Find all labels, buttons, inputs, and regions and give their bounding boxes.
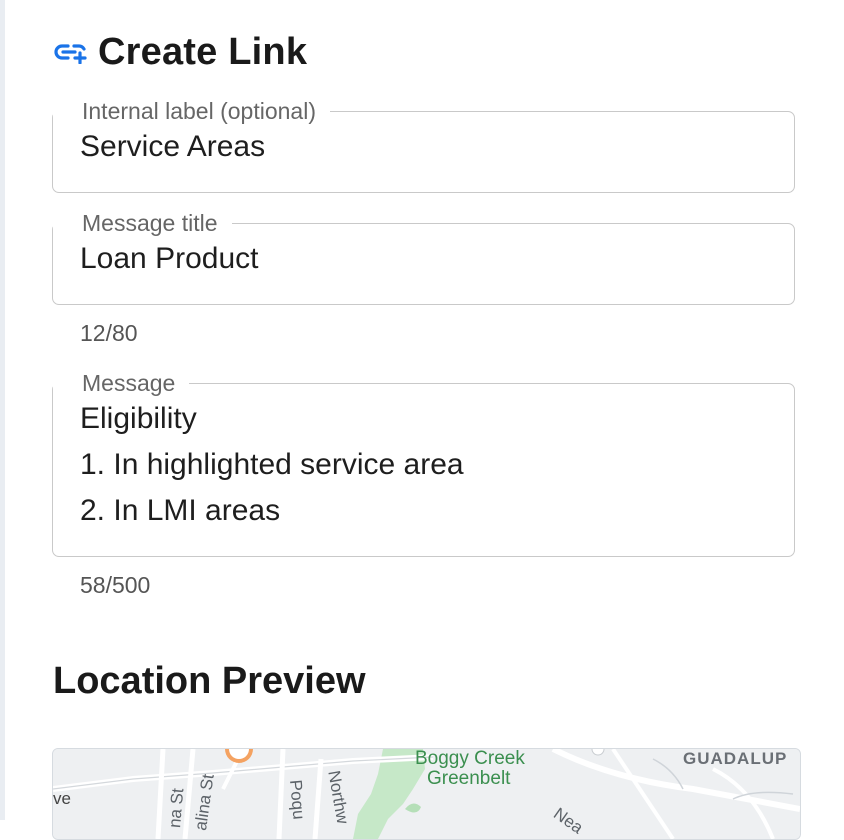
- map-label-street-c: Poqu: [286, 779, 309, 821]
- message-legend: Message: [80, 370, 178, 396]
- location-preview-title: Location Preview: [53, 660, 366, 702]
- message-title-legend: Message title: [80, 210, 220, 236]
- message-title-value[interactable]: Loan Product: [80, 236, 794, 282]
- map-label-street-a: na St: [165, 787, 188, 829]
- message-line: Eligibility: [80, 402, 197, 435]
- message-textarea[interactable]: Message Eligibility 1. In highlighted se…: [52, 370, 795, 557]
- message-title-field[interactable]: Message title Loan Product: [52, 210, 795, 305]
- page-title: Create Link: [98, 30, 308, 73]
- dialog-header: Create Link: [54, 30, 307, 74]
- location-map[interactable]: Boggy Creek Greenbelt GUADALUP ve na St …: [52, 748, 801, 840]
- message-title-counter: 12/80: [80, 320, 138, 346]
- add-link-icon: [54, 37, 98, 67]
- internal-label-legend: Internal label (optional): [80, 98, 318, 124]
- message-line: 2. In LMI areas: [80, 494, 281, 527]
- message-counter: 58/500: [80, 572, 151, 598]
- map-label-park: Boggy Creek Greenbelt: [415, 748, 525, 789]
- left-rail: [0, 0, 5, 820]
- map-label-ave: ve: [53, 789, 71, 808]
- message-line: 1. In highlighted service area: [80, 448, 464, 481]
- internal-label-field[interactable]: Internal label (optional) Service Areas: [52, 98, 795, 193]
- map-label-district: GUADALUP: [683, 749, 788, 768]
- internal-label-value[interactable]: Service Areas: [80, 124, 794, 170]
